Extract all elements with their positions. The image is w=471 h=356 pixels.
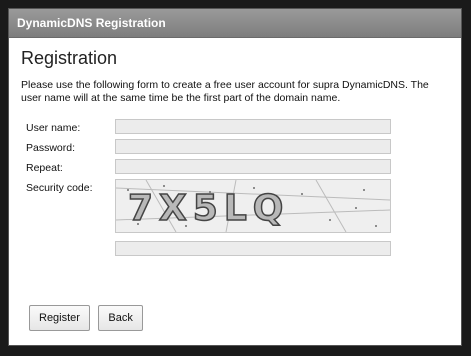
- security-code-label: Security code:: [26, 182, 93, 194]
- password-input[interactable]: [115, 139, 391, 154]
- captcha-graphic: 7X5LQ: [116, 180, 390, 232]
- password-label: Password:: [26, 142, 76, 154]
- registration-form: Registration Please use the following fo…: [9, 38, 461, 261]
- repeat-row: Repeat:: [21, 159, 449, 179]
- captcha-answer-row: [21, 241, 449, 261]
- intro-text: Please use the following form to create …: [21, 79, 429, 104]
- button-bar: Register Back: [29, 305, 147, 331]
- repeat-password-input[interactable]: [115, 159, 391, 174]
- username-row: User name:: [21, 119, 449, 139]
- window-title: DynamicDNS Registration: [9, 9, 461, 38]
- repeat-label: Repeat:: [26, 162, 63, 174]
- page-title: Registration: [21, 48, 118, 68]
- captcha-text: 7X5LQ: [128, 188, 289, 229]
- captcha-image: 7X5LQ: [115, 179, 391, 233]
- security-code-input[interactable]: [115, 241, 391, 256]
- back-button[interactable]: Back: [98, 305, 143, 331]
- register-button[interactable]: Register: [29, 305, 90, 331]
- password-row: Password:: [21, 139, 449, 159]
- username-input[interactable]: [115, 119, 391, 134]
- security-code-row: Security code: 7X5LQ: [21, 179, 449, 241]
- registration-window: DynamicDNS Registration Registration Ple…: [8, 8, 462, 346]
- username-label: User name:: [26, 122, 81, 134]
